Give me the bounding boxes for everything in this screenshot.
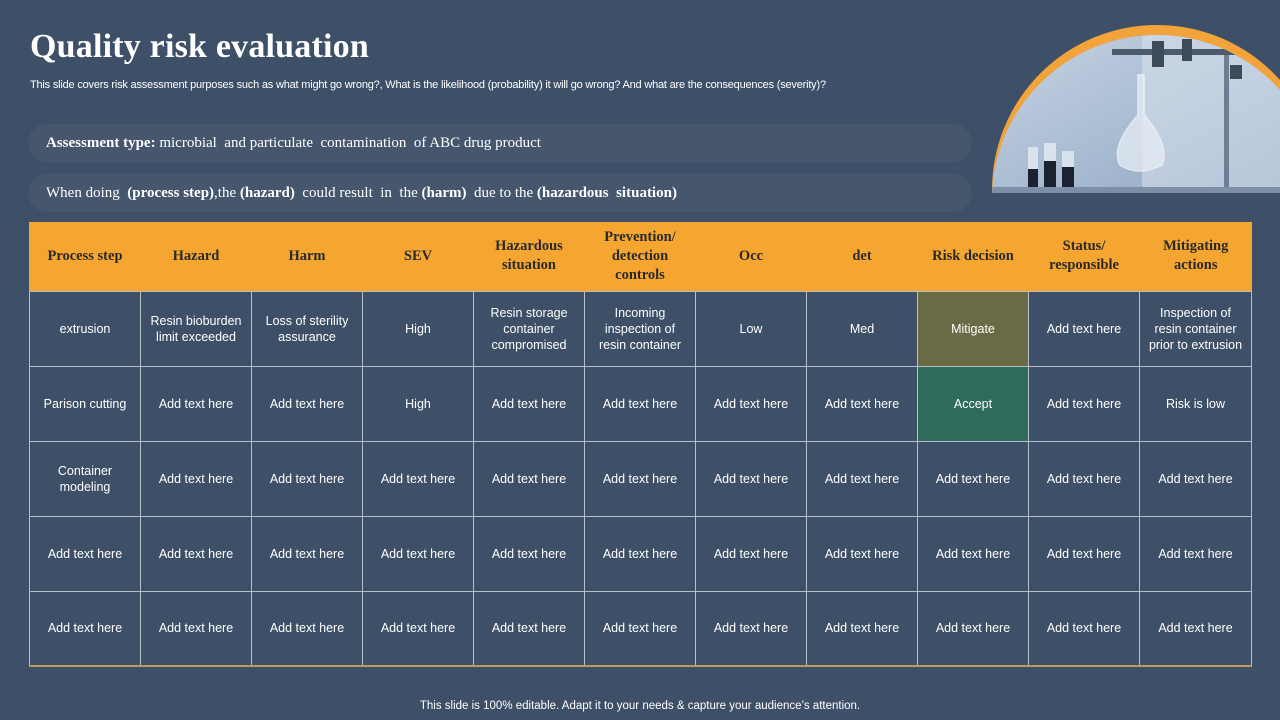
table-cell: Add text here bbox=[806, 440, 918, 517]
table-cell: Add text here bbox=[473, 440, 585, 517]
table-cell: Add text here bbox=[1028, 440, 1140, 517]
table-cell: Add text here bbox=[140, 365, 252, 442]
table-cell: Add text here bbox=[1028, 290, 1140, 367]
column-header: Status/ responsible bbox=[1028, 222, 1140, 291]
table-cell: Add text here bbox=[584, 365, 696, 442]
table-cell: Add text here bbox=[473, 365, 585, 442]
formula-part: due to the bbox=[466, 184, 537, 201]
formula-hazardous-situation: (hazardous situation) bbox=[536, 184, 677, 201]
column-header: Hazardous situation bbox=[473, 222, 585, 291]
table-cell: High bbox=[362, 365, 474, 442]
table-cell: Container modeling bbox=[29, 440, 141, 517]
table-cell: Add text here bbox=[917, 515, 1029, 592]
table-cell: Add text here bbox=[806, 515, 918, 592]
formula-process-step: (process step) bbox=[127, 184, 215, 201]
table-cell: Add text here bbox=[473, 590, 585, 667]
table-cell: Add text here bbox=[584, 440, 696, 517]
table-cell: Add text here bbox=[251, 515, 363, 592]
table-cell: Add text here bbox=[140, 515, 252, 592]
table-cell: extrusion bbox=[29, 290, 141, 367]
table-row: extrusion Resin bioburden limit exceeded… bbox=[29, 290, 1252, 367]
laboratory-flask-photo bbox=[992, 35, 1280, 193]
table-cell: Add text here bbox=[362, 515, 474, 592]
table-cell: Add text here bbox=[1139, 440, 1252, 517]
formula-part: ,the bbox=[214, 184, 240, 201]
table-row: Add text here Add text here Add text her… bbox=[29, 515, 1252, 592]
slide-title: Quality risk evaluation bbox=[30, 28, 369, 65]
table-row: Container modeling Add text here Add tex… bbox=[29, 440, 1252, 517]
table-cell: Add text here bbox=[473, 515, 585, 592]
table-cell: Add text here bbox=[140, 440, 252, 517]
table-cell: Risk is low bbox=[1139, 365, 1252, 442]
table-cell: Add text here bbox=[29, 590, 141, 667]
table-cell: Add text here bbox=[584, 590, 696, 667]
column-header: Mitigating actions bbox=[1139, 222, 1252, 291]
table-cell: Add text here bbox=[362, 590, 474, 667]
assessment-type-text: microbial and particulate contamination … bbox=[155, 134, 541, 151]
table-cell: Add text here bbox=[1028, 590, 1140, 667]
column-header: Process step bbox=[29, 222, 141, 291]
table-row: Parison cutting Add text here Add text h… bbox=[29, 365, 1252, 442]
table-cell: Add text here bbox=[140, 590, 252, 667]
table-cell: Add text here bbox=[806, 590, 918, 667]
table-cell: Resin storage container compromised bbox=[473, 290, 585, 367]
table-cell: Add text here bbox=[917, 440, 1029, 517]
column-header: Prevention/ detection controls bbox=[584, 222, 696, 291]
formula-part: could result in the bbox=[294, 184, 422, 201]
table-cell: Add text here bbox=[362, 440, 474, 517]
assessment-type-banner: Assessment type: microbial and particula… bbox=[28, 124, 972, 162]
column-header: Occ bbox=[695, 222, 807, 291]
column-header: Risk decision bbox=[917, 222, 1029, 291]
risk-decision-mitigate: Mitigate bbox=[917, 290, 1029, 367]
formula-part: When doing bbox=[46, 184, 128, 201]
table-cell: Add text here bbox=[695, 365, 807, 442]
column-header: det bbox=[806, 222, 918, 291]
table-cell: Add text here bbox=[695, 440, 807, 517]
lab-photo bbox=[992, 25, 1280, 193]
table-cell: Add text here bbox=[251, 440, 363, 517]
table-cell: Add text here bbox=[584, 515, 696, 592]
slide-subtitle: This slide covers risk assessment purpos… bbox=[30, 79, 826, 91]
table-cell: Add text here bbox=[29, 515, 141, 592]
formula-hazard: (hazard) bbox=[239, 184, 295, 201]
column-header: Hazard bbox=[140, 222, 252, 291]
table-cell: Loss of sterility assurance bbox=[251, 290, 363, 367]
risk-statement-banner: When doing (process step) ,the (hazard) c… bbox=[28, 174, 972, 212]
table-cell: Add text here bbox=[251, 590, 363, 667]
table-cell: Add text here bbox=[695, 515, 807, 592]
table-cell: Add text here bbox=[695, 590, 807, 667]
table-cell: Incoming inspection of resin container bbox=[584, 290, 696, 367]
table-cell: Parison cutting bbox=[29, 365, 141, 442]
column-header: SEV bbox=[362, 222, 474, 291]
formula-harm: (harm) bbox=[421, 184, 467, 201]
slide-footer: This slide is 100% editable. Adapt it to… bbox=[419, 700, 861, 712]
table-cell: Add text here bbox=[1139, 590, 1252, 667]
table-cell: Add text here bbox=[806, 365, 918, 442]
table-cell: Low bbox=[695, 290, 807, 367]
table-cell: Med bbox=[806, 290, 918, 367]
table-cell: Add text here bbox=[1028, 515, 1140, 592]
table-cell: Add text here bbox=[1139, 515, 1252, 592]
table-header-row: Process step Hazard Harm SEV Hazardous s… bbox=[29, 222, 1252, 291]
assessment-type-label: Assessment type: bbox=[46, 134, 156, 151]
table-cell: Add text here bbox=[917, 590, 1029, 667]
table-cell: Add text here bbox=[251, 365, 363, 442]
column-header: Harm bbox=[251, 222, 363, 291]
table-cell: Resin bioburden limit exceeded bbox=[140, 290, 252, 367]
table-row: Add text here Add text here Add text her… bbox=[29, 590, 1252, 667]
risk-evaluation-table: Process step Hazard Harm SEV Hazardous s… bbox=[29, 222, 1252, 667]
table-cell: High bbox=[362, 290, 474, 367]
table-cell: Add text here bbox=[1028, 365, 1140, 442]
table-cell: Inspection of resin container prior to e… bbox=[1139, 290, 1252, 367]
risk-decision-accept: Accept bbox=[917, 365, 1029, 442]
